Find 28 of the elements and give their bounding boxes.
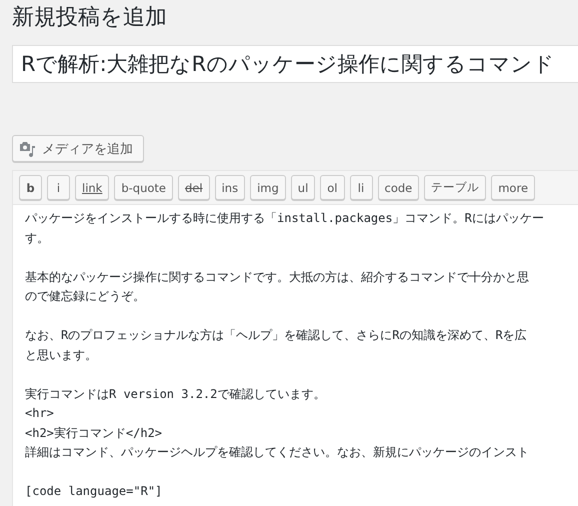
editor-line: <hr> (25, 405, 54, 422)
toolbar-button[interactable]: link (75, 175, 110, 200)
toolbar-button[interactable]: b (19, 175, 42, 200)
toolbar-button[interactable]: ol (320, 175, 344, 200)
editor-line: なお、Rのプロフェッショナルな方は「ヘルプ」を確認して、さらにRの知識を深めて、Rを広 (25, 327, 527, 344)
editor-line: 実行コマンドはR version 3.2.2で確認しています。 (25, 386, 326, 402)
toolbar-button[interactable]: b-quote (114, 175, 174, 200)
toolbar-button[interactable]: ul (290, 175, 316, 200)
toolbar-button[interactable]: テーブル (424, 175, 486, 200)
title-field[interactable]: Rで解析:大雑把なRのパッケージ操作に関するコマンド (12, 45, 578, 83)
editor-line: す。 (25, 230, 49, 246)
editor-line: ので健忘録にどうぞ。 (25, 288, 145, 305)
toolbar-button[interactable]: code (378, 175, 420, 200)
toolbar-button[interactable]: more (491, 175, 536, 200)
add-media-button[interactable]: メディアを追加 (12, 135, 144, 162)
editor-line: <h2>実行コマンド</h2> (25, 424, 162, 442)
editor-line: パッケージをインストールする時に使用する「install.packages」コマンド。Rにはパッケー (25, 210, 544, 227)
toolbar-button[interactable]: img (250, 175, 286, 200)
toolbar-button[interactable]: li (350, 175, 372, 200)
camera-music-icon (19, 140, 37, 158)
editor-line: と思います。 (25, 346, 97, 364)
editor-line: [code language="R"] (25, 483, 162, 500)
editor-line: 詳細はコマンド、パッケージヘルプを確認してください。なお、新規にパッケージのインスト (25, 444, 529, 461)
toolbar-button[interactable]: i (47, 175, 70, 200)
toolbar-button[interactable]: del (178, 175, 210, 200)
editor-line: 基本的なパッケージ操作に関するコマンドです。大抵の方は、紹介するコマンドで十分かと思 (25, 268, 529, 286)
page-heading: 新規投稿を追加 (12, 4, 168, 32)
toolbar-button[interactable]: ins (214, 175, 246, 200)
